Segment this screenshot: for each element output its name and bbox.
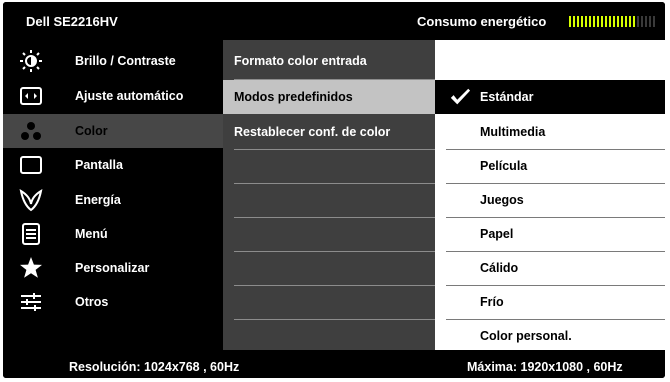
energy-meter-bar [581, 16, 583, 27]
color-icon [21, 122, 41, 140]
preset-option-paper[interactable]: Papel [446, 217, 665, 251]
preset-option-multimedia[interactable]: Multimedia [446, 115, 665, 149]
submenu-item-reset-color[interactable]: Restablecer conf. de color [234, 115, 435, 149]
submenu-item-label: Formato color entrada [234, 54, 367, 68]
osd-footer: Resolución: 1024x768 , 60Hz Máxima: 1920… [3, 354, 665, 378]
menu-item-personalize[interactable]: Personalizar [3, 251, 223, 285]
menu-item-menu[interactable]: Menú [3, 217, 223, 251]
energy-icon [19, 188, 43, 212]
menu-item-label: Otros [75, 295, 109, 309]
preset-option-label: Papel [480, 227, 514, 241]
menu-item-label: Color [75, 124, 108, 138]
preset-option-cool[interactable]: Frío [446, 285, 665, 319]
energy-meter-bar [625, 16, 627, 27]
auto-adjust-icon [20, 87, 42, 105]
energy-meter-bar [637, 16, 639, 27]
energy-meter-bar [569, 16, 571, 27]
menu-item-others[interactable]: Otros [3, 285, 223, 319]
submenu-item-label: Modos predefinidos [234, 90, 353, 104]
preset-option-standard[interactable]: Estándar [435, 80, 665, 114]
menu-item-color[interactable]: Color [3, 114, 223, 148]
energy-consumption-label: Consumo energético [417, 14, 547, 29]
submenu-item-label: Restablecer conf. de color [234, 125, 391, 139]
preset-option-label: Estándar [480, 90, 534, 104]
divider [234, 183, 435, 184]
energy-meter [569, 16, 659, 27]
energy-meter-bar [653, 16, 655, 27]
energy-meter-bar [621, 16, 623, 27]
sliders-icon [21, 293, 41, 311]
current-resolution: Resolución: 1024x768 , 60Hz [69, 360, 240, 374]
menu-item-brightness-contrast[interactable]: Brillo / Contraste [3, 44, 223, 78]
preset-option-games[interactable]: Juegos [446, 183, 665, 217]
max-resolution: Máxima: 1920x1080 , 60Hz [467, 360, 623, 374]
preset-option-movie[interactable]: Película [446, 149, 665, 183]
menu-item-label: Energía [75, 193, 121, 207]
preset-option-label: Color personal. [480, 329, 572, 343]
divider [234, 149, 435, 150]
monitor-model: Dell SE2216HV [26, 14, 118, 29]
menu-item-energy[interactable]: Energía [3, 183, 223, 217]
energy-meter-bar [633, 16, 635, 27]
energy-meter-bar [629, 16, 631, 27]
preset-option-label: Juegos [480, 193, 524, 207]
star-icon [20, 257, 42, 278]
preset-option-label: Película [480, 159, 528, 173]
energy-meter-bar [593, 16, 595, 27]
preset-modes-list: Estándar Multimedia Película Juegos Pape… [435, 40, 665, 350]
preset-option-warm[interactable]: Cálido [446, 251, 665, 285]
menu-item-auto-adjust[interactable]: Ajuste automático [3, 79, 223, 113]
osd-header: Dell SE2216HV Consumo energético [3, 2, 665, 40]
menu-item-label: Menú [75, 227, 108, 241]
divider [234, 251, 435, 252]
monitor-osd: Dell SE2216HV Consumo energético Brillo … [3, 2, 665, 378]
energy-meter-bar [609, 16, 611, 27]
divider [234, 319, 435, 320]
main-menu: Brillo / Contraste Ajuste automático Col… [3, 40, 223, 350]
submenu-item-preset-modes[interactable]: Modos predefinidos [223, 80, 435, 114]
energy-meter-bar [597, 16, 599, 27]
brightness-icon [20, 50, 42, 72]
energy-meter-bar [589, 16, 591, 27]
energy-meter-bar [617, 16, 619, 27]
divider [234, 285, 435, 286]
menu-item-label: Personalizar [75, 261, 150, 275]
display-icon [20, 156, 42, 174]
submenu-item-input-color-format[interactable]: Formato color entrada [234, 44, 435, 78]
menu-item-display[interactable]: Pantalla [3, 148, 223, 182]
energy-meter-bar [613, 16, 615, 27]
energy-meter-bar [641, 16, 643, 27]
preset-option-custom-color[interactable]: Color personal. [446, 319, 665, 353]
checkmark-icon [450, 88, 471, 105]
menu-icon [22, 223, 40, 245]
menu-item-label: Brillo / Contraste [75, 54, 176, 68]
energy-meter-bar [649, 16, 651, 27]
energy-meter-bar [645, 16, 647, 27]
menu-item-label: Pantalla [75, 158, 123, 172]
energy-meter-bar [601, 16, 603, 27]
preset-option-label: Multimedia [480, 125, 546, 139]
preset-option-label: Frío [480, 295, 504, 309]
energy-meter-bar [605, 16, 607, 27]
preset-option-label: Cálido [480, 261, 519, 275]
divider [234, 217, 435, 218]
energy-meter-bar [585, 16, 587, 27]
energy-meter-bar [573, 16, 575, 27]
color-submenu: Formato color entrada Modos predefinidos… [223, 40, 435, 350]
energy-meter-bar [577, 16, 579, 27]
menu-item-label: Ajuste automático [75, 89, 184, 103]
